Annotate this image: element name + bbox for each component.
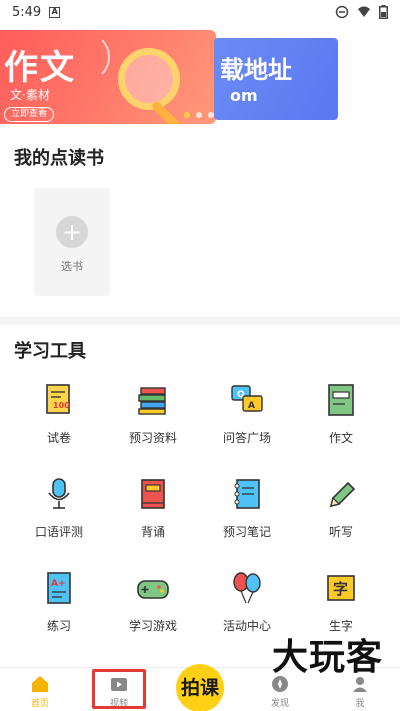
banner-next-title: 载地址 (220, 56, 292, 84)
balloons-icon (233, 572, 261, 604)
banner-card-next[interactable]: 载地址 om (214, 38, 338, 120)
banner-carousel[interactable]: 作文 文·素材 立即查看 载地址 om (0, 24, 400, 132)
tool-dictation[interactable]: 听写 (294, 476, 388, 556)
tool-label: 学习游戏 (128, 619, 177, 633)
banner-next-subtitle: om (230, 86, 258, 105)
tool-label: 问答广场 (222, 431, 271, 445)
gamepad-icon (137, 580, 169, 599)
exam-paper-icon: 100 (46, 384, 70, 414)
video-highlight-box (92, 669, 146, 709)
tool-practice[interactable]: A+ 练习 (12, 570, 106, 650)
svg-text:A: A (248, 401, 255, 411)
tool-composition[interactable]: 作文 (294, 382, 388, 462)
character-card-icon: 字 (327, 575, 355, 601)
home-icon (32, 676, 48, 692)
battery-icon (379, 5, 388, 19)
tool-preview-notes[interactable]: 预习笔记 (200, 476, 294, 556)
svg-text:100: 100 (53, 401, 70, 410)
section-divider (0, 317, 400, 325)
composition-book-icon (328, 384, 354, 416)
svg-text:A+: A+ (51, 579, 66, 589)
tool-label: 试卷 (46, 431, 71, 445)
tools-title: 学习工具 (14, 341, 86, 362)
notebook-icon (234, 479, 260, 509)
recite-book-icon (141, 479, 165, 509)
tool-label: 预习笔记 (222, 525, 271, 539)
tool-label: 预习资料 (128, 431, 177, 445)
watermark-logo: 大玩客 (272, 637, 384, 678)
carousel-dots (184, 112, 214, 118)
banner-main-title: 作文 (4, 48, 76, 88)
banner-card-composition[interactable]: 作文 文·素材 立即查看 (0, 30, 216, 124)
dnd-icon (335, 5, 349, 19)
magnifier-icon (118, 48, 180, 110)
nav-label: 发现 (270, 699, 289, 709)
a-square-icon: A (49, 6, 61, 18)
tool-label: 听写 (328, 525, 353, 539)
camera-lesson-button[interactable]: 拍课 (176, 664, 224, 711)
select-book-button[interactable]: + 选书 (34, 188, 110, 296)
wifi-icon (358, 6, 370, 17)
tool-qa-square[interactable]: QA 问答广场 (200, 382, 294, 462)
tool-label: 背诵 (140, 525, 165, 539)
nav-label: 我 (355, 699, 365, 709)
nav-label: 首页 (30, 699, 49, 709)
tool-recite[interactable]: 背诵 (106, 476, 200, 556)
tool-preview-material[interactable]: 预习资料 (106, 382, 200, 462)
tool-oral-test[interactable]: 口语评测 (12, 476, 106, 556)
nav-home[interactable]: 首页 (10, 668, 70, 711)
tool-label: 口语评测 (34, 525, 83, 539)
carousel-dot (196, 112, 202, 118)
carousel-dot (208, 112, 214, 118)
svg-text:字: 字 (333, 580, 348, 598)
pencil-icon (329, 481, 356, 508)
practice-paper-icon: A+ (47, 572, 71, 604)
banner-main-subtitle: 文·素材 (10, 88, 50, 102)
plus-icon: + (56, 216, 88, 248)
microphone-icon (48, 478, 70, 509)
status-time: 5:49 (12, 4, 42, 20)
book-stack-icon (138, 387, 166, 415)
select-book-label: 选书 (61, 260, 83, 273)
tool-learning-game[interactable]: 学习游戏 (106, 570, 200, 650)
status-bar: 5:49 A (0, 0, 400, 24)
carousel-dot (184, 112, 190, 118)
tool-label: 作文 (328, 431, 353, 445)
tool-label: 练习 (46, 619, 71, 633)
qa-chat-icon: QA (231, 385, 263, 412)
banner-view-button[interactable]: 立即查看 (4, 107, 55, 122)
my-books-title: 我的点读书 (14, 148, 104, 169)
tool-exam[interactable]: 100 试卷 (12, 382, 106, 462)
